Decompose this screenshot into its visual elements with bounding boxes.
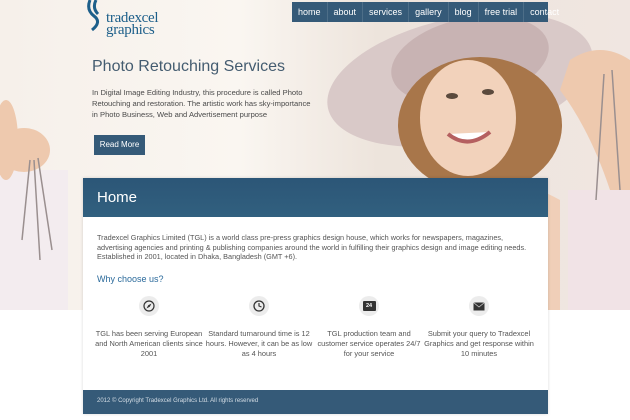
content-header: Home [83,178,548,217]
read-more-button[interactable]: Read More [94,135,145,155]
nav-item-contact[interactable]: contact [523,2,565,22]
24-badge: 24 [362,301,376,311]
feature-text: Submit your query to Tradexcel Graphics … [424,329,534,358]
nav-item-free-trial[interactable]: free trial [477,2,524,22]
nav-item-gallery[interactable]: gallery [408,2,448,22]
nav-item-about[interactable]: about [326,2,363,22]
content-panel: Home Tradexcel Graphics Limited (TGL) is… [83,178,548,414]
feature-24-7: 24 TGL production team and customer serv… [313,296,425,359]
main-nav: home about services gallery blog free tr… [292,2,559,22]
intro-paragraph: Tradexcel Graphics Limited (TGL) is a wo… [97,233,527,262]
eye-left [446,93,458,99]
copyright-text: 2012 © Copyright Tradexcel Graphics Ltd.… [97,398,259,404]
nav-item-services[interactable]: services [362,2,408,22]
compass-icon [139,296,159,316]
why-choose-us-heading: Why choose us? [97,274,164,284]
arm-right [560,50,630,190]
nav-item-blog[interactable]: blog [447,2,478,22]
logo[interactable]: tradexcel graphics [84,0,174,42]
envelope-icon [469,296,489,316]
feature-query: Submit your query to Tradexcel Graphics … [423,296,535,359]
page-title: Home [97,189,138,206]
feature-text: Standard turnaround time is 12 hours. Ho… [205,329,313,358]
clock-icon [249,296,269,316]
logo-swirl-icon [87,0,100,32]
shopping-bag-right [568,190,630,310]
footer: 2012 © Copyright Tradexcel Graphics Ltd.… [83,390,548,414]
feature-text: TGL production team and customer service… [317,329,421,358]
shopping-bag-left [0,170,68,310]
nav-item-home[interactable]: home [292,2,327,22]
hero-description: In Digital Image Editing Industry, this … [92,88,311,119]
feature-turnaround: Standard turnaround time is 12 hours. Ho… [203,296,315,359]
eye-right [482,89,494,95]
logo-text-line2: graphics [106,22,155,38]
hero-title: Photo Retouching Services [92,58,285,75]
24-hour-icon: 24 [359,296,379,316]
face [420,60,516,176]
feature-text: TGL has been serving European and North … [95,329,203,358]
feature-experience: TGL has been serving European and North … [93,296,205,359]
